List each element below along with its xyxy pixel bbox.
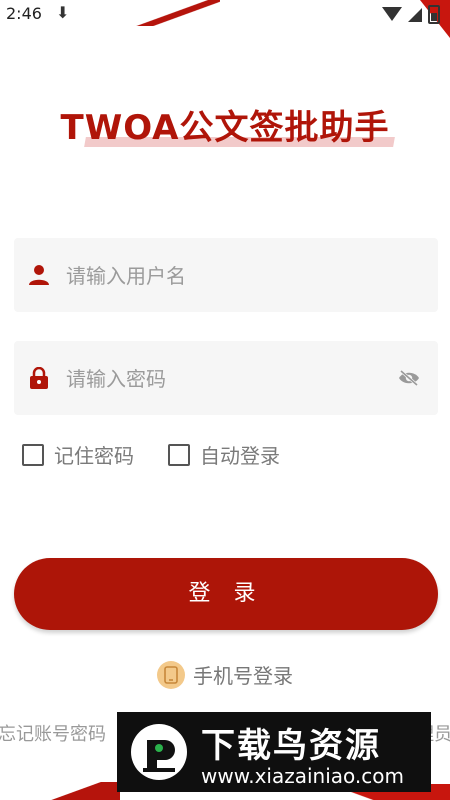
download-icon: ⬇ (56, 3, 70, 22)
status-time: 2:46 (6, 4, 42, 23)
login-button[interactable]: 登 录 (14, 558, 438, 630)
watermark-title: 下载鸟资源 (201, 726, 381, 766)
status-icons (382, 5, 440, 24)
bird-logo-icon (131, 724, 187, 780)
auto-login-label: 自动登录 (200, 444, 280, 468)
title-area: TWOA公文签批助手 (0, 100, 450, 149)
user-icon (29, 265, 49, 285)
password-field[interactable] (14, 341, 438, 417)
options-row: 记住密码 自动登录 (22, 440, 280, 469)
status-bar: 2:46 ⬇ (0, 0, 450, 28)
battery-icon (428, 5, 440, 24)
remember-password-checkbox[interactable] (22, 443, 44, 466)
signal-icon (408, 7, 422, 22)
auto-login-checkbox[interactable] (168, 443, 190, 466)
lock-icon (30, 367, 48, 389)
phone-login-link[interactable]: 手机号登录 (0, 660, 450, 689)
eye-off-icon[interactable] (398, 369, 420, 387)
password-input[interactable] (64, 341, 398, 417)
username-input[interactable] (64, 238, 398, 314)
remember-password-option[interactable]: 记住密码 (22, 440, 134, 469)
wifi-icon (382, 6, 402, 21)
watermark-banner: 下载鸟资源 www.xiazainiao.com (117, 712, 431, 792)
app-title-text: TWOA公文签批助手 (60, 108, 390, 148)
corner-decoration-bottom-left (0, 782, 120, 800)
watermark-url: www.xiazainiao.com (201, 764, 404, 788)
app-title: TWOA公文签批助手 (60, 100, 395, 149)
forgot-password-link[interactable]: 忘记账号密码 (0, 720, 106, 746)
remember-password-label: 记住密码 (54, 444, 134, 468)
auto-login-option[interactable]: 自动登录 (168, 440, 280, 469)
phone-login-label: 手机号登录 (193, 664, 293, 688)
phone-icon (157, 660, 185, 689)
username-field[interactable] (14, 238, 438, 314)
